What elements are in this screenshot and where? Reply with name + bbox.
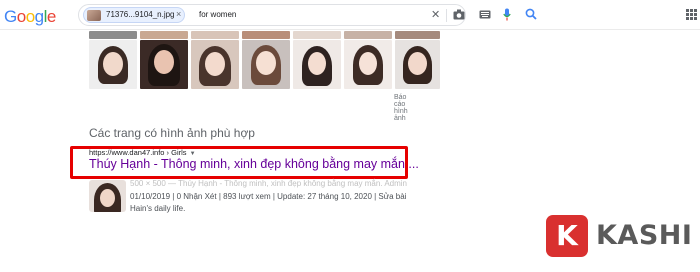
logo-letter: g	[34, 7, 44, 26]
image-thumbnail[interactable]	[293, 40, 341, 89]
image-thumbnail[interactable]	[395, 31, 440, 39]
kashi-logo-letter: K	[556, 219, 578, 252]
kashi-brand-text: KASHI	[596, 220, 693, 251]
logo-letter: o	[25, 7, 35, 26]
image-thumbnail[interactable]	[89, 31, 137, 39]
image-thumbnail[interactable]	[344, 31, 392, 39]
remove-image-icon[interactable]: ×	[176, 9, 181, 19]
report-images-link[interactable]: Báo cáo hình ảnh	[394, 94, 408, 122]
image-thumbnail[interactable]	[395, 40, 440, 89]
kashi-logo-icon: K	[546, 215, 588, 257]
image-thumbnail[interactable]	[191, 31, 239, 39]
image-thumbnail[interactable]	[140, 40, 188, 89]
result-snippet-line: 01/10/2019 | 0 Nhận Xét | 893 lượt xem |…	[130, 192, 407, 201]
result-snippet-line: 500 × 500 — Thúy Hạnh - Thông minh, xinh…	[130, 179, 407, 188]
search-box[interactable]: 71376...9104_n.jpg × for women ✕	[78, 4, 537, 26]
result-thumbnail[interactable]	[89, 180, 126, 212]
microphone-icon[interactable]	[503, 8, 511, 21]
highlight-annotation-box	[70, 146, 408, 179]
image-thumbnail[interactable]	[89, 40, 137, 89]
image-thumbnail[interactable]	[293, 31, 341, 39]
camera-icon[interactable]	[453, 9, 465, 20]
search-icon[interactable]	[525, 8, 537, 20]
image-thumbnail[interactable]	[242, 40, 290, 89]
image-query-chip[interactable]: 71376...9104_n.jpg ×	[83, 7, 185, 23]
google-apps-icon[interactable]	[686, 9, 697, 20]
logo-letter: e	[46, 7, 56, 26]
logo-letter: o	[16, 7, 26, 26]
logo-letter: G	[4, 7, 17, 26]
image-thumbnail[interactable]	[242, 31, 290, 39]
image-thumbnail[interactable]	[191, 40, 239, 89]
keyboard-icon[interactable]	[479, 10, 491, 19]
clear-icon[interactable]: ✕	[431, 8, 440, 22]
google-logo[interactable]: Google	[4, 7, 56, 27]
search-header: Google 71376...9104_n.jpg × for women ✕	[0, 0, 700, 30]
result-snippet-line: Hain's daily life.	[130, 204, 186, 213]
divider	[446, 9, 447, 22]
section-title: Các trang có hình ảnh phù hợp	[89, 126, 255, 140]
image-thumbnail[interactable]	[344, 40, 392, 89]
image-thumbnail[interactable]	[140, 31, 188, 39]
image-chip-label: 71376...9104_n.jpg	[106, 10, 175, 19]
query-image-thumbnail	[87, 10, 101, 21]
search-input[interactable]: for women	[199, 10, 236, 19]
